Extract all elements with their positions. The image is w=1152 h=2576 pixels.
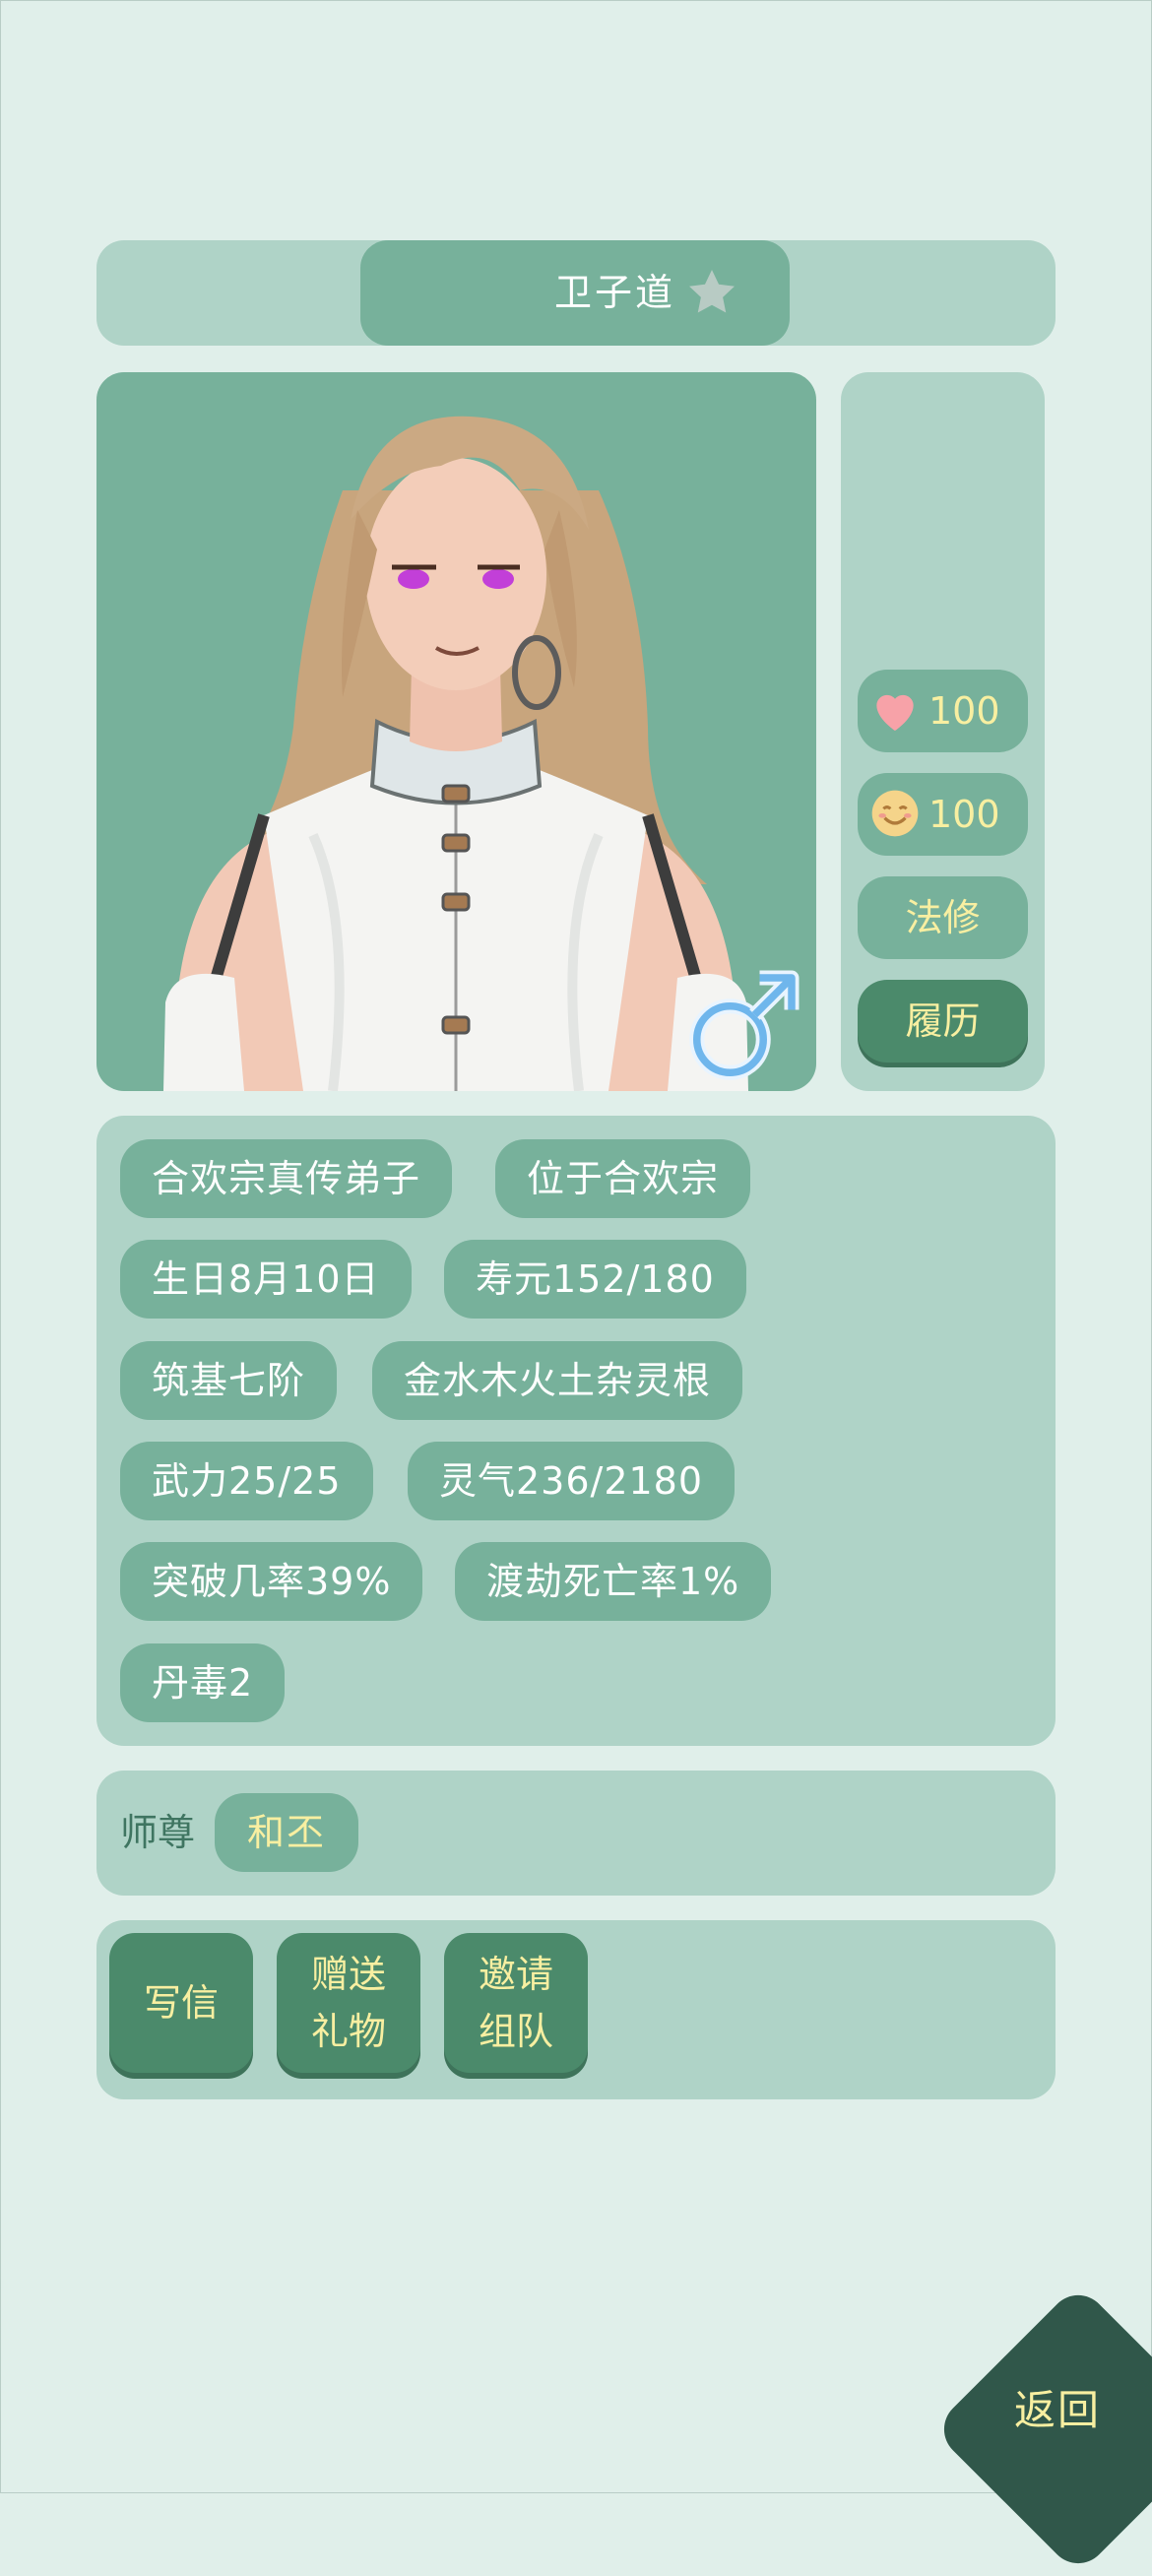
tag-tribulation: 渡劫死亡率1%	[455, 1542, 772, 1621]
invite-team-button[interactable]: 邀请 组队	[444, 1933, 588, 2073]
send-gift-label-line1: 赠送	[310, 1953, 386, 1996]
tag-sect-rank: 合欢宗真传弟子	[120, 1139, 453, 1218]
tag-spirit-root: 金水木火土杂灵根	[372, 1341, 743, 1420]
master-panel: 师尊 和丕	[96, 1771, 1056, 1896]
write-letter-button[interactable]: 写信	[109, 1933, 253, 2073]
history-button[interactable]: 履历	[858, 980, 1028, 1063]
smile-face-icon	[871, 790, 919, 837]
male-symbol-icon	[689, 970, 800, 1080]
write-letter-label: 写信	[143, 1981, 219, 2025]
tag-location: 位于合欢宗	[495, 1139, 751, 1218]
invite-team-label-line1: 邀请	[478, 1953, 553, 1996]
affection-value: 100	[928, 689, 1000, 733]
tag-pill-toxicity: 丹毒2	[120, 1643, 286, 1722]
master-name-button[interactable]: 和丕	[215, 1793, 358, 1872]
send-gift-label-line2: 礼物	[310, 2010, 386, 2053]
tag-lifespan: 寿元152/180	[444, 1240, 746, 1319]
tag-breakthrough: 突破几率39%	[120, 1542, 423, 1621]
character-name: 卫子道	[553, 271, 675, 314]
tag-realm: 筑基七阶	[120, 1341, 338, 1420]
actions-panel: 写信 赠送 礼物 邀请 组队	[96, 1920, 1056, 2099]
side-stats-panel: 100 100 法修 履历	[841, 372, 1045, 1091]
tag-qi: 灵气236/2180	[408, 1442, 736, 1520]
name-bar: 卫子道	[96, 240, 1056, 346]
mood-value: 100	[928, 793, 1000, 836]
tag-martial: 武力25/25	[120, 1442, 373, 1520]
master-label: 师尊	[120, 1811, 196, 1854]
invite-team-label-line2: 组队	[478, 2010, 553, 2053]
back-button-label: 返回	[1014, 2386, 1102, 2434]
star-icon[interactable]	[683, 264, 740, 321]
cultivation-type-chip: 法修	[858, 876, 1028, 959]
character-portrait	[96, 372, 816, 1091]
affection-chip: 100	[858, 670, 1028, 752]
mood-chip: 100	[858, 773, 1028, 856]
name-pill: 卫子道	[360, 240, 790, 346]
heart-icon	[876, 694, 914, 731]
info-tags-panel: 合欢宗真传弟子 位于合欢宗 生日8月10日 寿元152/180 筑基七阶 金水木…	[96, 1116, 1056, 1746]
tag-birthday: 生日8月10日	[120, 1240, 412, 1319]
send-gift-button[interactable]: 赠送 礼物	[277, 1933, 420, 2073]
